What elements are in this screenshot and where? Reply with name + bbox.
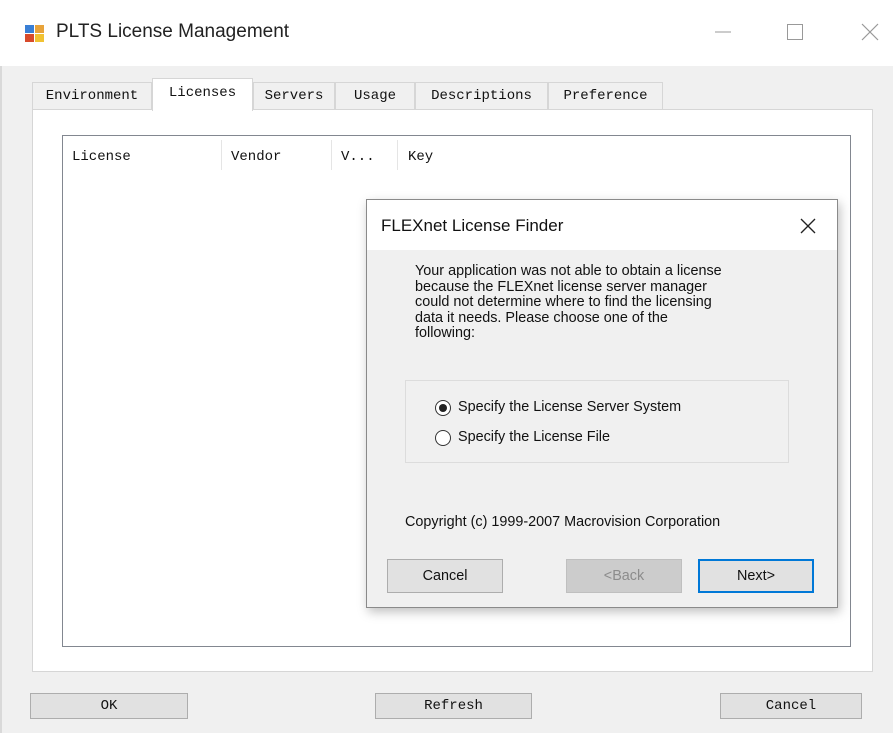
radio-unselected-icon[interactable] [434,429,452,447]
column-header-version[interactable]: V... [341,149,375,165]
dialog-close-icon[interactable] [793,212,823,240]
cancel-button[interactable]: Cancel [720,693,862,719]
dialog-message-line: could not determine where to find the li… [415,294,712,311]
plts-license-management-window: PLTS License Management Environment Lice… [0,0,893,733]
dialog-message-line: because the FLEXnet license server manag… [415,278,707,295]
dialog-message: Your application was not able to obtain … [415,263,815,342]
dialog-title-bar[interactable]: FLEXnet License Finder [367,200,837,250]
dialog-next-button[interactable]: Next> [698,559,814,593]
dialog-message-line: Your application was not able to obtain … [415,263,722,279]
column-header-vendor[interactable]: Vendor [231,149,281,165]
tab-preference[interactable]: Preference [548,82,663,109]
copyright-text: Copyright (c) 1999-2007 Macrovision Corp… [405,514,721,530]
tab-licenses[interactable]: Licenses [152,78,253,111]
window-title: PLTS License Management [56,21,290,42]
tab-usage[interactable]: Usage [335,82,415,109]
column-separator[interactable] [221,140,222,170]
flexnet-license-finder-dialog: FLEXnet License Finder Your application … [366,199,838,608]
license-source-group: Specify the License Server System Specif… [405,380,789,463]
column-separator[interactable] [397,140,398,170]
dialog-back-button[interactable]: <Back [566,559,682,593]
window-left-border [0,0,2,733]
close-icon[interactable] [850,14,890,50]
option-label[interactable]: Specify the License Server System [458,399,681,415]
tab-servers[interactable]: Servers [253,82,335,109]
plts-app-icon [25,23,45,43]
minimize-icon[interactable] [705,14,745,50]
tab-descriptions[interactable]: Descriptions [415,82,548,109]
dialog-cancel-button[interactable]: Cancel [387,559,503,593]
column-separator[interactable] [331,140,332,170]
dialog-title: FLEXnet License Finder [381,216,564,235]
title-bar[interactable]: PLTS License Management [0,0,893,66]
column-header-key[interactable]: Key [408,149,433,165]
maximize-icon[interactable] [776,14,816,50]
column-header-license[interactable]: License [72,149,131,165]
refresh-button[interactable]: Refresh [375,693,532,719]
radio-selected-icon[interactable] [434,399,452,417]
option-label[interactable]: Specify the License File [458,429,610,445]
ok-button[interactable]: OK [30,693,188,719]
dialog-message-line: data it needs. Please choose one of the [415,309,668,326]
dialog-message-line: following: [415,325,475,342]
tab-environment[interactable]: Environment [32,82,152,109]
